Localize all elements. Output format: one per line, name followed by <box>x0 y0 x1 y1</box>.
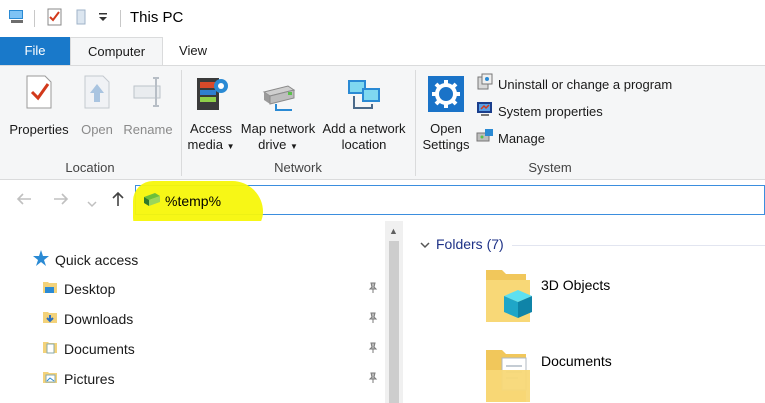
documents-folder-icon <box>42 339 58 358</box>
access-media-button[interactable]: Access media ▼ <box>186 74 236 155</box>
window-title: This PC <box>130 9 184 26</box>
folders-section-header[interactable]: Folders (7) <box>420 236 504 252</box>
chevron-down-icon <box>420 236 430 252</box>
tab-file[interactable]: File <box>0 37 70 65</box>
tab-view[interactable]: View <box>163 37 223 65</box>
dropdown-arrow-icon: ▼ <box>226 142 235 151</box>
downloads-folder-icon <box>42 309 58 328</box>
group-separator <box>415 70 416 176</box>
3d-objects-folder-icon[interactable] <box>482 264 534 329</box>
pin-icon[interactable] <box>367 372 379 387</box>
rename-icon <box>131 77 165 113</box>
add-network-location-label-line2: location <box>341 137 387 152</box>
documents-folder-icon[interactable] <box>482 344 534 403</box>
navigation-pane: Quick access Desktop Downloads Documents… <box>0 221 385 403</box>
pin-icon[interactable] <box>367 312 379 327</box>
forward-arrow-icon[interactable] <box>52 191 70 212</box>
ribbon-tabs: File Computer View <box>0 37 765 66</box>
recent-locations-chevron-icon[interactable] <box>87 195 97 213</box>
pin-icon[interactable] <box>367 282 379 297</box>
map-network-drive-label-line1: Map network <box>240 121 316 136</box>
sidebar-item-downloads[interactable]: Downloads <box>42 309 133 328</box>
network-group-label: Network <box>274 160 322 175</box>
properties-icon <box>23 75 55 113</box>
ribbon: Properties Open Rename Location Access m… <box>0 65 765 180</box>
this-pc-icon <box>8 8 26 29</box>
navigation-scrollbar[interactable]: ▲ <box>385 221 403 403</box>
map-network-drive-icon <box>258 85 298 117</box>
title-separator <box>34 10 35 27</box>
system-properties-button[interactable]: System properties <box>476 102 603 122</box>
system-properties-label: System properties <box>498 104 603 119</box>
open-settings-button[interactable]: Open Settings <box>420 74 472 153</box>
back-arrow-icon[interactable] <box>15 191 33 212</box>
manage-button[interactable]: Manage <box>476 129 545 149</box>
open-button[interactable]: Open <box>76 74 118 138</box>
sidebar-item-label: Pictures <box>64 370 115 387</box>
open-label: Open <box>81 122 113 137</box>
open-icon <box>81 75 113 113</box>
location-group-label: Location <box>65 160 115 175</box>
pin-icon[interactable] <box>367 342 379 357</box>
sidebar-item-desktop[interactable]: Desktop <box>42 279 115 298</box>
uninstall-program-icon <box>476 73 498 97</box>
manage-label: Manage <box>498 131 545 146</box>
open-settings-label-line1: Open <box>430 121 462 136</box>
quick-access-label: Quick access <box>55 251 139 268</box>
access-media-label-line2: media ▼ <box>187 137 235 152</box>
map-network-drive-label-line2: drive ▼ <box>258 137 298 152</box>
uninstall-program-label: Uninstall or change a program <box>498 77 673 92</box>
dropdown-arrow-icon: ▼ <box>289 142 298 151</box>
sidebar-item-label: Documents <box>64 340 135 357</box>
properties-label: Properties <box>9 122 69 137</box>
add-network-location-label-line1: Add a network <box>322 121 406 136</box>
rename-button[interactable]: Rename <box>122 74 174 138</box>
system-group-label: System <box>528 160 572 175</box>
manage-icon <box>476 127 498 151</box>
add-network-location-icon <box>344 80 384 117</box>
section-title: Folders (7) <box>436 236 504 252</box>
title-bar: This PC <box>0 0 765 37</box>
folder-location-icon <box>143 192 161 211</box>
section-divider <box>512 245 765 246</box>
add-network-location-button[interactable]: Add a network location <box>320 74 408 153</box>
scroll-up-arrow-icon[interactable]: ▲ <box>389 226 398 236</box>
up-arrow-icon[interactable] <box>110 190 126 213</box>
sidebar-item-label: Downloads <box>64 310 134 327</box>
pictures-folder-icon <box>42 369 58 388</box>
sidebar-item-documents[interactable]: Documents <box>42 339 135 358</box>
access-media-icon <box>191 78 231 117</box>
scrollbar-thumb[interactable] <box>389 241 399 403</box>
sidebar-item-label: Desktop <box>64 280 116 297</box>
rename-label: Rename <box>123 122 173 137</box>
access-media-label-line1: Access <box>190 121 232 136</box>
folder-label: Documents <box>541 353 612 369</box>
open-settings-label-line2: Settings <box>422 137 470 152</box>
properties-quick-icon[interactable] <box>47 8 63 29</box>
customize-toolbar-chevron-icon[interactable] <box>98 11 108 26</box>
settings-gear-icon <box>426 76 466 117</box>
quick-access-item[interactable]: Quick access <box>32 249 138 270</box>
folder-label: 3D Objects <box>541 277 611 293</box>
address-text: %temp% <box>165 193 222 209</box>
sidebar-item-pictures[interactable]: Pictures <box>42 369 115 388</box>
properties-button[interactable]: Properties <box>6 74 72 138</box>
new-folder-quick-icon[interactable] <box>75 8 89 29</box>
uninstall-program-button[interactable]: Uninstall or change a program <box>476 73 673 97</box>
title-separator <box>120 10 121 27</box>
desktop-folder-icon <box>42 279 58 298</box>
star-icon <box>32 249 50 270</box>
map-network-drive-button[interactable]: Map network drive ▼ <box>238 74 318 155</box>
group-separator <box>181 70 182 176</box>
tab-computer[interactable]: Computer <box>70 37 163 66</box>
system-properties-icon <box>476 100 498 124</box>
